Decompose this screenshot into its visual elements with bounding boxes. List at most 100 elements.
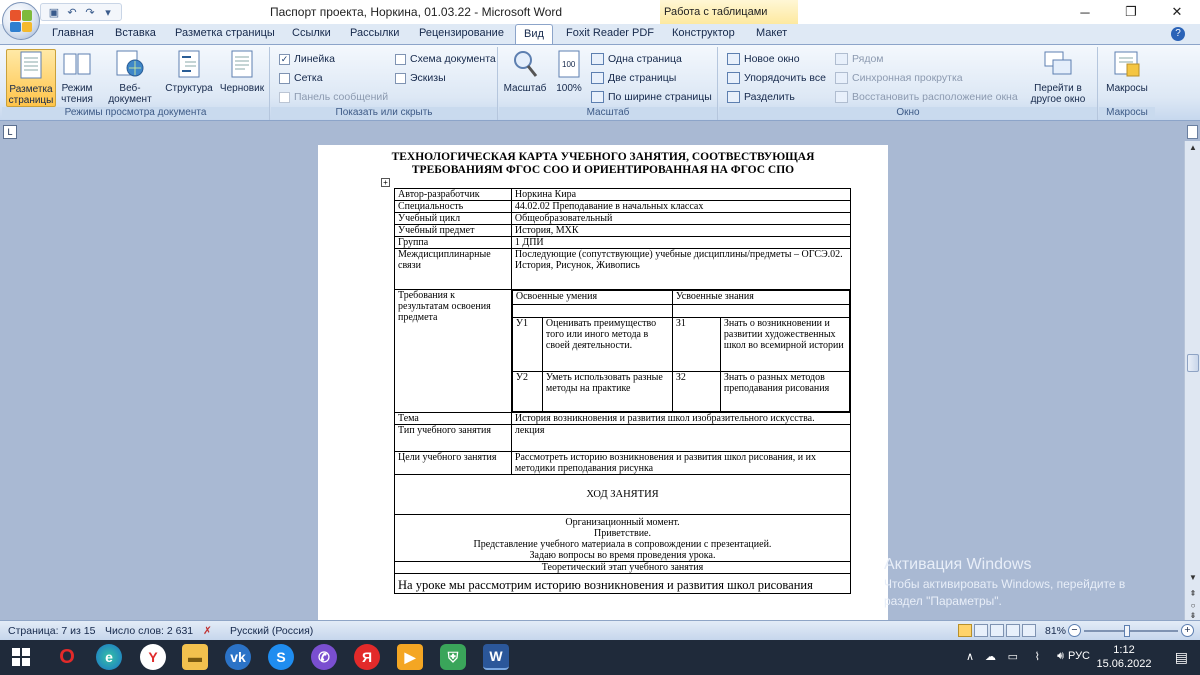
one-page-button[interactable]: Одна страница: [591, 53, 682, 65]
volume-icon[interactable]: 🔊︎: [1057, 650, 1064, 663]
doc-map-checkbox[interactable]: Схема документа: [395, 53, 496, 65]
tab-references[interactable]: Ссылки: [292, 27, 331, 39]
tab-selector-icon[interactable]: L: [3, 125, 17, 139]
zoom-out-icon[interactable]: −: [1068, 624, 1081, 637]
security-app-icon[interactable]: ⛨: [440, 644, 466, 670]
qat-dropdown-icon[interactable]: ▾: [101, 5, 115, 19]
sync-scroll-button: Синхронная прокрутка: [835, 72, 963, 84]
view-ruler-icon[interactable]: [1187, 125, 1198, 139]
print-layout-view-icon[interactable]: [958, 624, 972, 637]
zoom-level[interactable]: 81%: [1045, 625, 1066, 637]
web-view-icon[interactable]: [990, 624, 1004, 637]
restore-button[interactable]: ❐: [1108, 0, 1154, 24]
scroll-down-icon[interactable]: ▼: [1186, 571, 1200, 585]
table-move-handle-icon[interactable]: +: [381, 178, 390, 187]
clock-date[interactable]: 15.06.2022: [1094, 658, 1154, 670]
zoom-slider[interactable]: [1084, 630, 1178, 632]
yandex-browser-icon[interactable]: Y: [140, 644, 166, 670]
word-taskbar-icon[interactable]: W: [483, 644, 509, 670]
media-player-icon[interactable]: ▶: [397, 644, 423, 670]
outline-view-icon[interactable]: [1006, 624, 1020, 637]
viber-icon[interactable]: ✆: [311, 644, 337, 670]
close-button[interactable]: ✕: [1154, 0, 1200, 24]
scroll-up-icon[interactable]: ▲: [1186, 141, 1200, 155]
reset-position-label: Восстановить расположение окна: [852, 91, 1018, 103]
battery-icon[interactable]: ▭: [1008, 650, 1018, 663]
print-layout-button[interactable]: Разметка страницы: [6, 49, 56, 107]
redo-icon[interactable]: ↷: [83, 5, 97, 19]
zoom-100-button[interactable]: 100 100%: [551, 49, 587, 94]
tab-design[interactable]: Конструктор: [672, 27, 735, 39]
zoom-button[interactable]: Масштаб: [503, 49, 547, 94]
macros-button[interactable]: Макросы: [1103, 49, 1151, 94]
tab-insert[interactable]: Вставка: [115, 27, 156, 39]
reading-mode-icon: [62, 49, 92, 79]
undo-icon[interactable]: ↶: [65, 5, 79, 19]
org-line: Представление учебного материала в сопро…: [473, 539, 772, 550]
vertical-scrollbar[interactable]: ▲ ▼ ⇞ ○ ⇟: [1184, 141, 1200, 620]
office-logo-icon: [10, 10, 32, 32]
tab-page-layout[interactable]: Разметка страницы: [175, 27, 275, 39]
print-layout-icon: [16, 50, 46, 80]
theory-row: Теоретический этап учебного занятия: [394, 561, 851, 574]
tab-foxit[interactable]: Foxit Reader PDF: [566, 27, 654, 39]
two-pages-button[interactable]: Две страницы: [591, 72, 676, 84]
grid-checkbox[interactable]: Сетка: [279, 72, 323, 84]
notification-icon[interactable]: ▤: [1175, 649, 1188, 666]
requirements-row: Требования к результатам освоения предме…: [394, 289, 852, 413]
web-layout-button[interactable]: Веб-документ: [98, 49, 162, 105]
status-bar: Страница: 7 из 15 Число слов: 2 631 ✗ Ру…: [0, 620, 1200, 640]
tab-review[interactable]: Рецензирование: [419, 27, 504, 39]
arrange-all-button[interactable]: Упорядочить все: [727, 72, 826, 84]
spelling-icon[interactable]: ✗: [203, 625, 212, 637]
document-heading: ТЕХНОЛОГИЧЕСКАЯ КАРТА УЧЕБНОГО ЗАНЯТИЯ, …: [391, 151, 815, 176]
outline-button[interactable]: Структура: [164, 49, 214, 94]
zoom-in-icon[interactable]: +: [1181, 624, 1194, 637]
org-line: Организационный момент.: [565, 517, 680, 528]
tab-mailings[interactable]: Рассылки: [350, 27, 399, 39]
macros-label: Макросы: [1106, 83, 1148, 94]
split-button[interactable]: Разделить: [727, 91, 795, 103]
ruler-checkbox[interactable]: ✓ Линейка: [279, 53, 335, 65]
edge-icon[interactable]: e: [96, 644, 122, 670]
language[interactable]: Русский (Россия): [230, 625, 313, 637]
watermark-title: Активация Windows: [884, 556, 1032, 573]
tray-chevron-icon[interactable]: ∧: [966, 650, 974, 663]
document-area[interactable]: ТЕХНОЛОГИЧЕСКАЯ КАРТА УЧЕБНОГО ЗАНЯТИЯ, …: [0, 141, 1184, 620]
opera-icon[interactable]: O: [54, 644, 80, 670]
document-page[interactable]: ТЕХНОЛОГИЧЕСКАЯ КАРТА УЧЕБНОГО ЗАНЯТИЯ, …: [318, 145, 888, 620]
page-count[interactable]: Страница: 7 из 15: [8, 625, 95, 637]
skype-icon[interactable]: S: [268, 644, 294, 670]
scroll-thumb[interactable]: [1187, 354, 1199, 372]
reading-mode-button[interactable]: Режим чтения: [58, 49, 96, 105]
file-explorer-icon[interactable]: ▬: [182, 644, 208, 670]
title-bar: ▣ ↶ ↷ ▾ Паспорт проекта, Норкина, 01.03.…: [0, 0, 1200, 24]
yandex-icon[interactable]: Я: [354, 644, 380, 670]
reading-view-icon[interactable]: [974, 624, 988, 637]
page-width-button[interactable]: По ширине страницы: [591, 91, 712, 103]
vk-icon[interactable]: vk: [225, 644, 251, 670]
thumbnails-checkbox[interactable]: Эскизы: [395, 72, 446, 84]
draft-view-icon[interactable]: [1022, 624, 1036, 637]
help-icon[interactable]: ?: [1171, 27, 1185, 41]
switch-window-button[interactable]: Перейти в другое окно: [1023, 49, 1093, 105]
clock-time[interactable]: 1:12: [1100, 644, 1148, 656]
new-window-button[interactable]: Новое окно: [727, 53, 800, 65]
minimize-button[interactable]: ─: [1062, 0, 1108, 24]
arrange-all-label: Упорядочить все: [744, 72, 826, 84]
tab-layout[interactable]: Макет: [756, 27, 787, 39]
tab-view[interactable]: Вид: [515, 24, 553, 45]
tab-home[interactable]: Главная: [52, 27, 94, 39]
zoom-slider-thumb[interactable]: [1124, 625, 1130, 637]
checkbox-box: [279, 91, 290, 103]
draft-button[interactable]: Черновик: [216, 49, 268, 94]
network-icon[interactable]: ⌇: [1035, 650, 1040, 663]
input-language[interactable]: РУС: [1068, 650, 1090, 662]
onedrive-icon[interactable]: ☁: [985, 650, 996, 663]
save-icon[interactable]: ▣: [47, 5, 61, 19]
table-row: Тема История возникновения и развития шко…: [394, 412, 852, 425]
office-button[interactable]: [2, 2, 40, 40]
windows-start-icon[interactable]: [8, 644, 34, 670]
sync-scroll-label: Синхронная прокрутка: [852, 72, 963, 84]
word-count[interactable]: Число слов: 2 631: [105, 625, 193, 637]
